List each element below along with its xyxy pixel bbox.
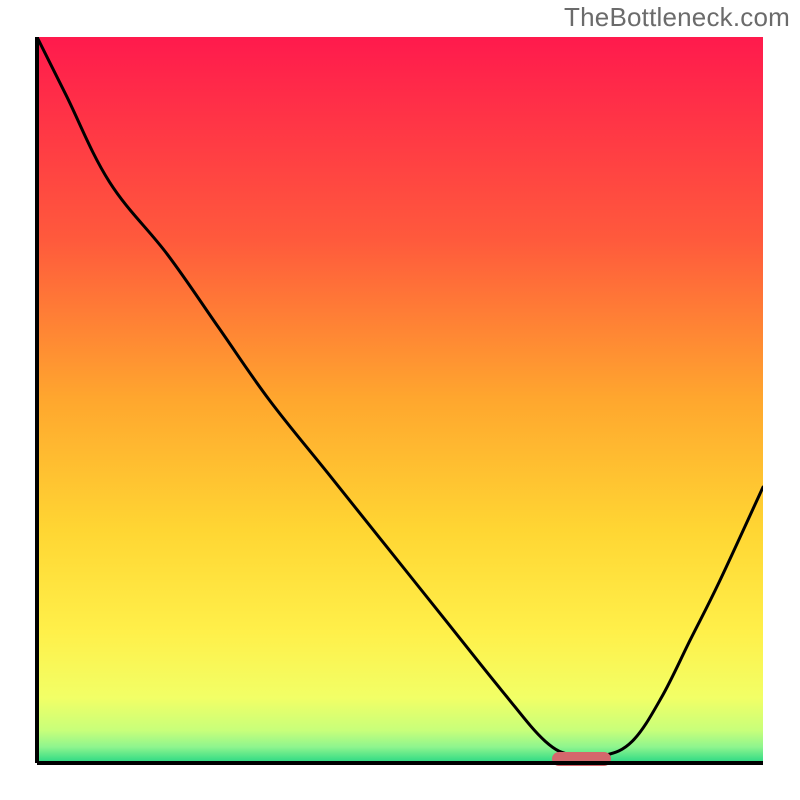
watermark-text: TheBottleneck.com: [564, 2, 790, 33]
chart-stage: TheBottleneck.com: [0, 0, 800, 800]
axes: [0, 0, 800, 800]
